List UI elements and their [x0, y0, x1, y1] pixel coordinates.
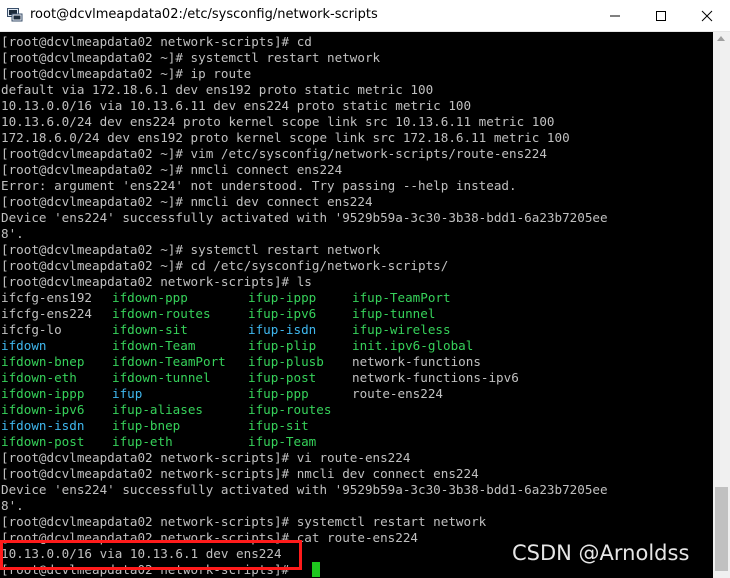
- file-entry: ifup-plip: [248, 338, 317, 353]
- terminal-line: [root@dcvlmeapdata02 ~]# nmcli dev conne…: [1, 194, 373, 209]
- close-icon: [701, 10, 713, 21]
- file-entry: ifup-TeamPort: [352, 290, 451, 305]
- file-entry: ifup-Team: [248, 434, 317, 449]
- file-entry: ifdown-routes: [112, 306, 211, 321]
- terminal-line: [root@dcvlmeapdata02 ~]# cd /etc/sysconf…: [1, 258, 449, 273]
- window-title: root@dcvlmeapdata02:/etc/sysconfig/netwo…: [30, 7, 378, 22]
- highlight-box: [0, 540, 302, 570]
- file-entry: ifcfg-ens224: [1, 306, 92, 321]
- terminal-line: 172.18.6.0/24 dev ens192 proto kernel sc…: [1, 130, 570, 145]
- terminal-line: [root@dcvlmeapdata02 ~]# systemctl resta…: [1, 242, 381, 257]
- terminal-area[interactable]: [root@dcvlmeapdata02 network-scripts]# c…: [0, 32, 713, 578]
- close-button[interactable]: [684, 0, 730, 31]
- file-entry: ifup-bnep: [112, 418, 181, 433]
- file-entry: ifdown-bnep: [1, 354, 85, 369]
- file-entry: ifup-aliases: [112, 402, 203, 417]
- file-entry: ifup-ppp: [248, 386, 309, 401]
- file-entry: ifup-sit: [248, 418, 309, 433]
- terminal-line: [root@dcvlmeapdata02 network-scripts]# n…: [1, 466, 479, 481]
- terminal-line: Device 'ens224' successfully activated w…: [1, 482, 608, 497]
- file-entry: ifup-post: [248, 370, 317, 385]
- file-entry: ifdown-TeamPort: [112, 354, 226, 369]
- putty-icon: [7, 8, 23, 22]
- scrollbar-thumb[interactable]: [715, 487, 728, 571]
- file-entry: ifup-wireless: [352, 322, 451, 337]
- file-entry: ifup-eth: [112, 434, 173, 449]
- terminal-line: Error: argument 'ens224' not understood.…: [1, 178, 517, 193]
- file-entry: ifdown-eth: [1, 370, 77, 385]
- file-entry: ifdown-ppp: [112, 290, 188, 305]
- file-entry: init.ipv6-global: [352, 338, 474, 353]
- terminal-line: 8'.: [1, 498, 24, 513]
- file-entry: ifup: [112, 386, 143, 401]
- file-entry: ifdown: [1, 338, 47, 353]
- scroll-up-arrow-icon[interactable]: [717, 36, 725, 41]
- terminal-line: [root@dcvlmeapdata02 network-scripts]# l…: [1, 274, 312, 289]
- maximize-button[interactable]: [638, 0, 684, 31]
- terminal-cursor: [312, 562, 320, 577]
- terminal-line: [root@dcvlmeapdata02 ~]# ip route: [1, 66, 252, 81]
- file-entry: ifup-plusb: [248, 354, 324, 369]
- file-entry: ifup-ipv6: [248, 306, 317, 321]
- file-entry: ifcfg-ens192: [1, 290, 92, 305]
- file-entry: ifup-isdn: [248, 322, 317, 337]
- terminal-line: [root@dcvlmeapdata02 ~]# vim /etc/syscon…: [1, 146, 547, 161]
- terminal-line: [root@dcvlmeapdata02 network-scripts]# c…: [1, 34, 312, 49]
- file-entry: ifdown-ipv6: [1, 402, 85, 417]
- title-bar[interactable]: root@dcvlmeapdata02:/etc/sysconfig/netwo…: [0, 0, 730, 32]
- terminal-line: Device 'ens224' successfully activated w…: [1, 210, 608, 225]
- file-entry: network-functions-ipv6: [352, 370, 519, 385]
- file-entry: ifdown-ippp: [1, 386, 85, 401]
- file-entry: route-ens224: [352, 386, 443, 401]
- file-entry: ifdown-isdn: [1, 418, 85, 433]
- file-entry: ifdown-sit: [112, 322, 188, 337]
- file-entry: ifcfg-lo: [1, 322, 62, 337]
- watermark: CSDN @Arnoldss: [512, 541, 690, 565]
- minimize-button[interactable]: [592, 0, 638, 31]
- minimize-icon: [610, 15, 620, 16]
- terminal-line: [root@dcvlmeapdata02 network-scripts]# v…: [1, 450, 411, 465]
- file-entry: ifup-tunnel: [352, 306, 436, 321]
- file-entry: ifdown-Team: [112, 338, 196, 353]
- terminal-line: [root@dcvlmeapdata02 ~]# nmcli connect e…: [1, 162, 343, 177]
- file-entry: network-functions: [352, 354, 481, 369]
- vertical-scrollbar[interactable]: [713, 32, 730, 578]
- file-entry: ifup-routes: [248, 402, 332, 417]
- file-entry: ifdown-post: [1, 434, 85, 449]
- file-entry: ifup-ippp: [248, 290, 317, 305]
- terminal-line: default via 172.18.6.1 dev ens192 proto …: [1, 82, 434, 97]
- terminal-line: 10.13.6.0/24 dev ens224 proto kernel sco…: [1, 114, 555, 129]
- terminal-line: 8'.: [1, 226, 24, 241]
- maximize-icon: [656, 10, 666, 21]
- terminal-line: [root@dcvlmeapdata02 network-scripts]# s…: [1, 514, 487, 529]
- terminal-line: [root@dcvlmeapdata02 ~]# systemctl resta…: [1, 50, 381, 65]
- file-entry: ifdown-tunnel: [112, 370, 211, 385]
- terminal-line: 10.13.0.0/16 via 10.13.6.11 dev ens224 p…: [1, 98, 472, 113]
